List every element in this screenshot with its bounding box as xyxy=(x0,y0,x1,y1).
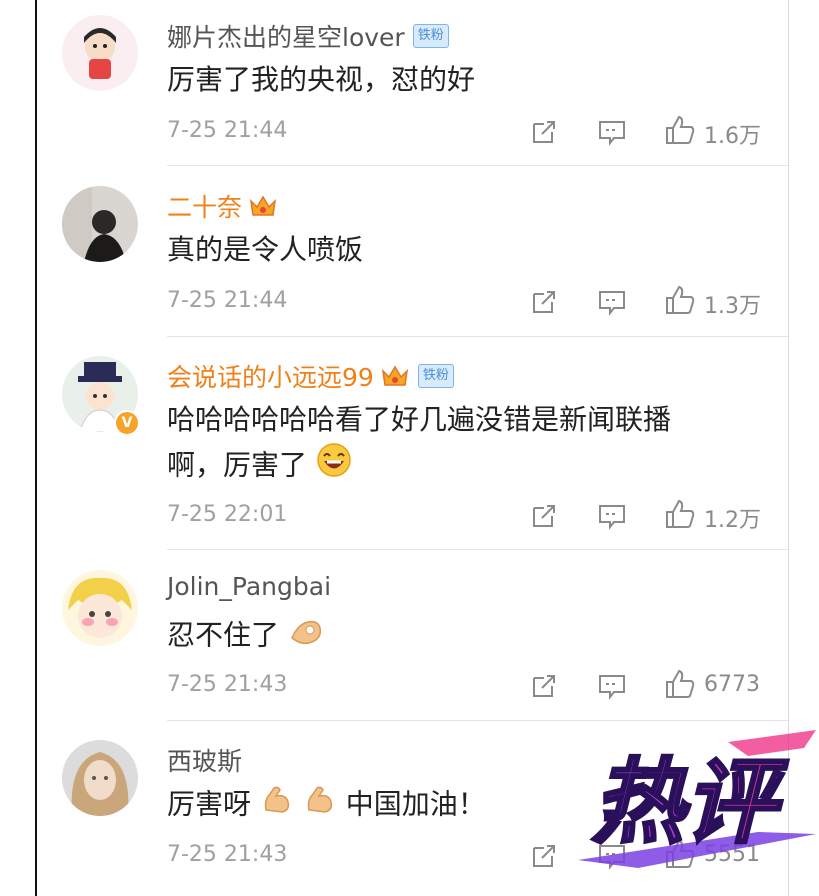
avatar[interactable] xyxy=(62,740,138,816)
comment-icon[interactable] xyxy=(596,116,628,148)
like-count: 1.2万 xyxy=(704,508,761,533)
comment-icon[interactable] xyxy=(596,670,628,702)
timestamp: 7-25 21:44 xyxy=(167,118,288,143)
username[interactable]: 会说话的小远远99 铁粉 xyxy=(167,358,454,394)
forward-icon[interactable] xyxy=(528,840,560,872)
emoji-ok-hand-icon xyxy=(288,612,324,661)
divider xyxy=(167,165,788,166)
username[interactable]: 西玻斯 xyxy=(167,742,242,778)
username[interactable]: 二十奈 xyxy=(167,188,278,224)
like-icon[interactable] xyxy=(664,284,696,316)
forward-icon[interactable] xyxy=(528,116,560,148)
forward-icon[interactable] xyxy=(528,286,560,318)
crown-icon xyxy=(380,363,410,389)
like-icon[interactable] xyxy=(664,668,696,700)
comment-text: 真的是令人喷饭 xyxy=(167,233,364,266)
verified-badge: V xyxy=(114,410,140,436)
avatar[interactable] xyxy=(62,15,138,91)
like-icon[interactable] xyxy=(664,114,696,146)
divider xyxy=(167,720,788,721)
like-count: 1.6万 xyxy=(704,124,761,149)
comment-text-line: 哈哈哈哈哈哈看了好几遍没错是新闻联播 xyxy=(167,403,672,436)
avatar[interactable] xyxy=(62,570,138,646)
username[interactable]: Jolin_Pangbai xyxy=(167,572,331,601)
comment-icon[interactable] xyxy=(596,286,628,318)
comment-icon[interactable] xyxy=(596,500,628,532)
emoji-muscle-icon xyxy=(260,782,294,829)
fan-badge: 铁粉 xyxy=(412,24,449,48)
like-count: 1.3万 xyxy=(704,294,761,319)
like-icon[interactable] xyxy=(664,498,696,530)
hot-comments-logo: 热评 xyxy=(578,722,816,872)
comment-text: 哈哈哈哈哈哈看了好几遍没错是新闻联播 啊，厉害了 xyxy=(167,398,767,491)
forward-icon[interactable] xyxy=(528,500,560,532)
username[interactable]: 娜片杰出的星空lover 铁粉 xyxy=(167,18,449,54)
emoji-muscle-icon xyxy=(303,782,337,829)
divider xyxy=(167,336,788,337)
timestamp: 7-25 22:01 xyxy=(167,502,288,527)
like-count: 6773 xyxy=(704,672,760,697)
timestamp: 7-25 21:43 xyxy=(167,672,288,697)
emoji-laugh-icon xyxy=(316,442,352,491)
fan-badge: 铁粉 xyxy=(417,364,454,388)
timestamp: 7-25 21:44 xyxy=(167,288,288,313)
crown-icon xyxy=(248,193,278,219)
left-border xyxy=(35,0,37,896)
timestamp: 7-25 21:43 xyxy=(167,842,288,867)
comment-text: 忍不住了 xyxy=(167,612,767,661)
comment-text-line: 啊，厉害了 xyxy=(167,442,767,491)
logo-text: 热评 xyxy=(592,749,789,856)
forward-icon[interactable] xyxy=(528,670,560,702)
divider xyxy=(167,549,788,550)
avatar[interactable] xyxy=(62,186,138,262)
comment-text: 厉害了我的央视，怼的好 xyxy=(167,63,476,96)
